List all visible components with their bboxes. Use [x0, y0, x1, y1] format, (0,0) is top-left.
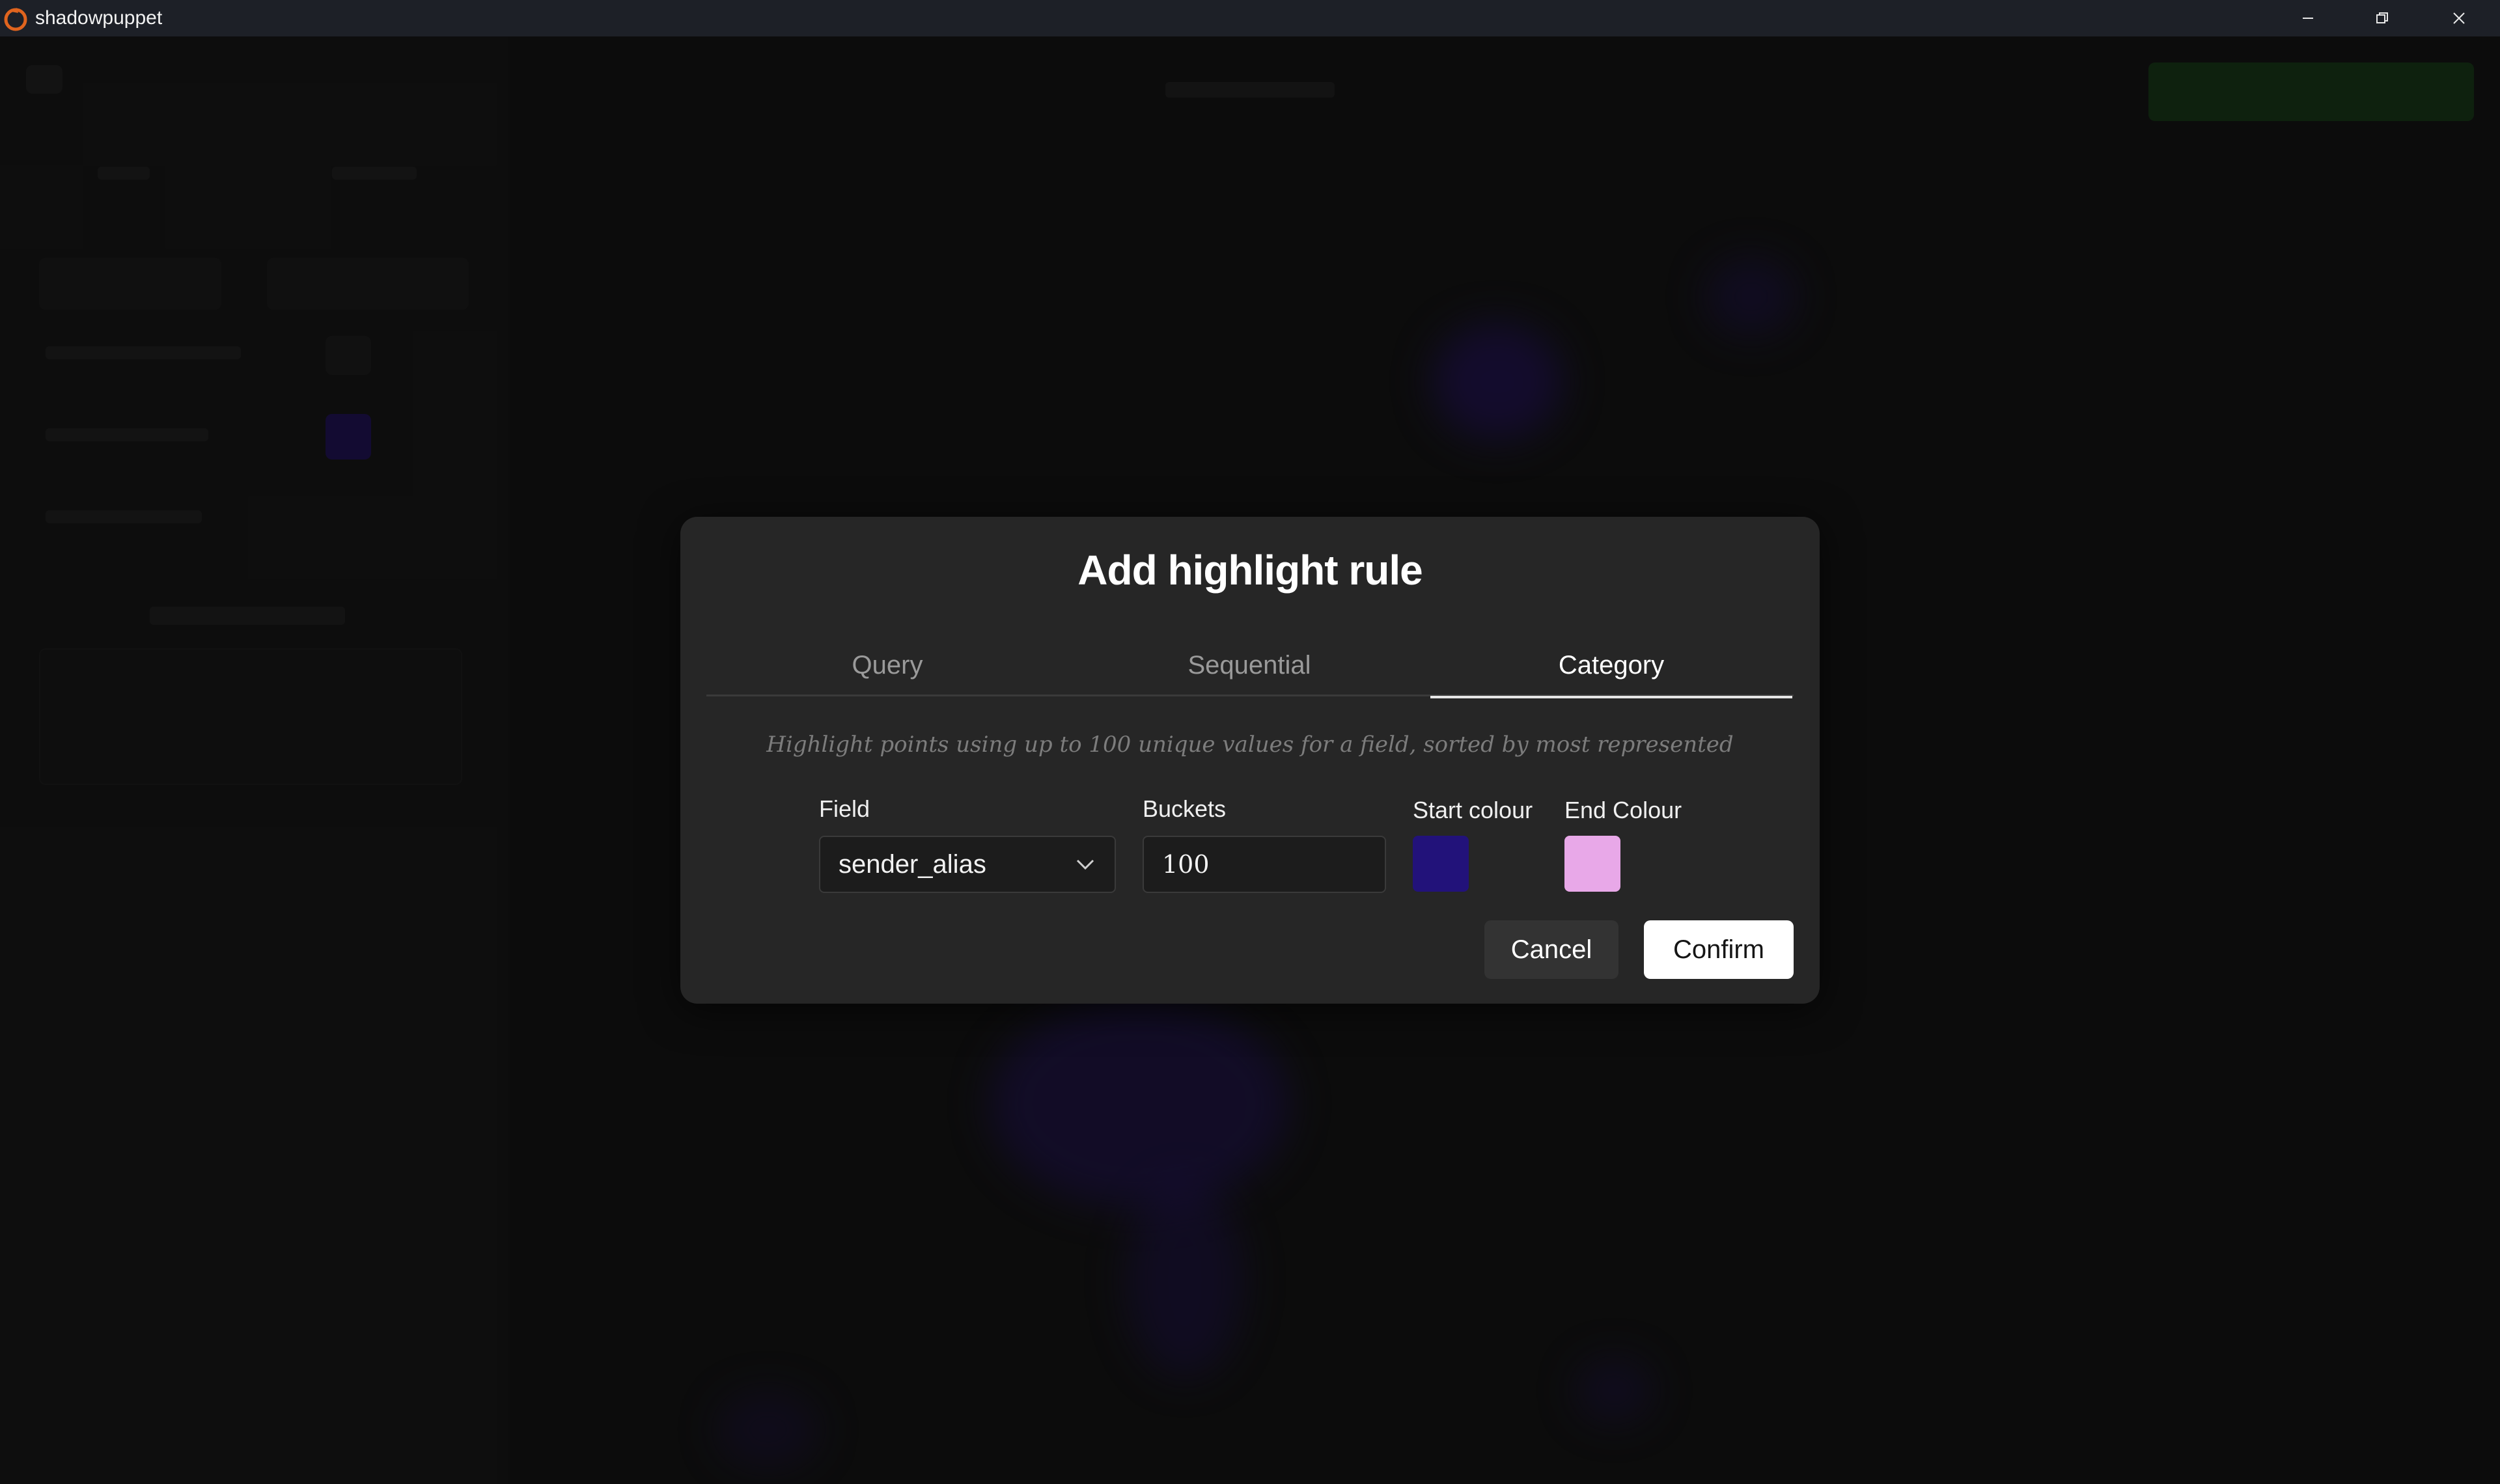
field-select[interactable]: sender_alias	[819, 836, 1116, 893]
rule-type-tabs: Query Sequential Category	[706, 634, 1794, 698]
tab-category[interactable]: Category	[1430, 634, 1792, 698]
dialog-title: Add highlight rule	[1077, 547, 1423, 594]
buckets-input[interactable]	[1143, 836, 1386, 893]
field-select-value: sender_alias	[839, 849, 986, 879]
chevron-down-icon	[1076, 859, 1094, 870]
tab-query[interactable]: Query	[706, 634, 1068, 696]
tab-sequential[interactable]: Sequential	[1068, 634, 1430, 696]
start-colour-swatch[interactable]	[1413, 836, 1469, 892]
close-icon	[2453, 12, 2465, 24]
start-colour-label: Start colour	[1413, 797, 1533, 823]
field-label: Field	[819, 795, 870, 822]
confirm-button[interactable]: Confirm	[1644, 920, 1794, 979]
cancel-button[interactable]: Cancel	[1484, 920, 1618, 979]
end-colour-swatch[interactable]	[1564, 836, 1620, 892]
end-colour-label: End Colour	[1564, 797, 1682, 823]
app-window: shadowpuppet Add highlight rule Query Se…	[0, 0, 2500, 1484]
app-title: shadowpuppet	[35, 7, 163, 29]
minimize-button[interactable]	[2272, 0, 2344, 36]
title-bar: shadowpuppet	[0, 0, 2500, 36]
rule-description: Highlight points using up to 100 unique …	[766, 732, 1734, 758]
restore-icon	[2376, 12, 2388, 23]
minimize-icon	[2303, 18, 2313, 19]
restore-button[interactable]	[2346, 0, 2418, 36]
close-window-button[interactable]	[2423, 0, 2495, 36]
add-highlight-rule-dialog: Add highlight rule Query Sequential Cate…	[680, 517, 1820, 1004]
app-logo-icon	[4, 8, 27, 31]
buckets-label: Buckets	[1143, 795, 1227, 822]
